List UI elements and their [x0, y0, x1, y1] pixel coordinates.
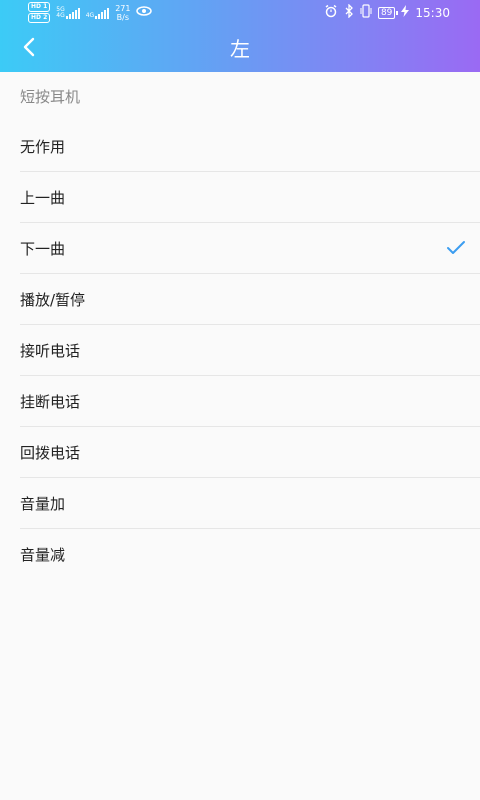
option-label: 下一曲 [20, 240, 66, 258]
vibrate-icon [360, 4, 372, 21]
option-label: 无作用 [20, 138, 66, 156]
option-label: 上一曲 [20, 189, 66, 207]
checkmark-icon [446, 240, 466, 260]
network-speed: 271 B/s [115, 4, 130, 22]
option-label: 播放/暂停 [20, 291, 86, 309]
alarm-icon [324, 4, 338, 21]
option-volume-down[interactable]: 音量减 [0, 529, 480, 580]
option-play-pause[interactable]: 播放/暂停 [0, 274, 480, 325]
option-volume-up[interactable]: 音量加 [0, 478, 480, 529]
section-label: 短按耳机 [20, 88, 81, 106]
charging-icon [401, 5, 410, 20]
option-label: 回拨电话 [20, 444, 81, 462]
option-previous-track[interactable]: 上一曲 [0, 172, 480, 223]
status-bar: HD 1 HD 2 5G 4G 4G 271 B/s 89 15:30 [0, 0, 480, 24]
battery-indicator: 89 [377, 6, 399, 19]
option-label: 接听电话 [20, 342, 81, 360]
signal-2-icon: 4G [85, 7, 110, 19]
net-type-2: 4G [85, 11, 95, 19]
bluetooth-icon [344, 3, 354, 21]
hd1-badge: HD 1 [28, 2, 51, 12]
option-label: 音量加 [20, 495, 66, 513]
status-left: HD 1 HD 2 5G 4G 4G 271 B/s [28, 2, 153, 23]
option-label: 音量减 [20, 546, 66, 564]
eye-icon [136, 6, 153, 19]
speed-unit: B/s [116, 12, 130, 22]
hd-indicators: HD 1 HD 2 [28, 2, 51, 23]
option-no-action[interactable]: 无作用 [0, 121, 480, 172]
app-header: HD 1 HD 2 5G 4G 4G 271 B/s 89 15:30 左 [0, 0, 480, 72]
option-list: 无作用 上一曲 下一曲 播放/暂停 接听电话 挂断电话 回拨电话 音量加 音量减 [0, 121, 480, 580]
status-right: 89 15:30 [324, 3, 450, 21]
hd2-badge: HD 2 [28, 13, 51, 23]
speed-value: 271 [115, 3, 131, 13]
option-next-track[interactable]: 下一曲 [0, 223, 480, 274]
option-label: 挂断电话 [20, 393, 81, 411]
option-hang-up[interactable]: 挂断电话 [0, 376, 480, 427]
option-answer-call[interactable]: 接听电话 [0, 325, 480, 376]
clock-time: 15:30 [415, 5, 450, 20]
signal-1-icon: 5G 4G [56, 6, 80, 19]
option-redial[interactable]: 回拨电话 [0, 427, 480, 478]
net-type-bottom: 4G [56, 11, 65, 19]
page-title: 左 [230, 37, 250, 61]
